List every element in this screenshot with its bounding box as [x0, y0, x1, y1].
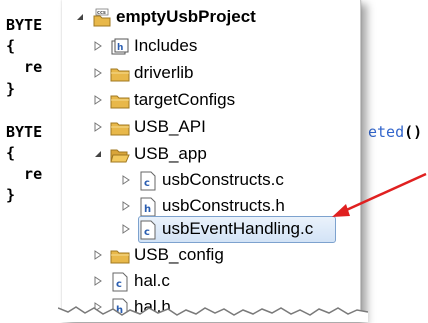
folder-icon — [110, 91, 130, 109]
tree-item-driverlib[interactable]: driverlib — [92, 60, 194, 86]
collapsed-arrow-icon[interactable] — [92, 249, 104, 261]
svg-text:h: h — [144, 204, 151, 215]
tree-item-includes[interactable]: h Includes — [92, 33, 197, 59]
torn-edge-decoration — [58, 306, 368, 322]
expanded-arrow-icon[interactable] — [74, 11, 86, 23]
tree-item-label: hal.c — [134, 271, 170, 290]
c-file-icon: c — [138, 220, 156, 240]
tree-item-label: targetConfigs — [134, 90, 236, 109]
tree-item-targetconfigs[interactable]: targetConfigs — [92, 87, 235, 113]
c-file-icon: c — [110, 272, 128, 292]
includes-icon: h — [110, 37, 129, 55]
tree-item-usbconstructs-c[interactable]: c usbConstructs.c — [120, 167, 284, 193]
folder-icon — [110, 64, 130, 82]
svg-text:c: c — [116, 279, 122, 290]
code-line-1: BYTE — [6, 16, 43, 34]
tree-item-hal-c[interactable]: c hal.c — [92, 268, 170, 294]
ccs-project-icon: ccs — [92, 8, 111, 27]
collapsed-arrow-icon[interactable] — [92, 275, 104, 287]
code-function-fragment: eted — [368, 123, 405, 141]
code-line-8: } — [6, 186, 16, 204]
code-line-7: re — [6, 165, 43, 183]
code-line-6: { — [6, 144, 16, 162]
collapsed-arrow-icon[interactable] — [92, 94, 104, 106]
collapsed-arrow-icon[interactable] — [120, 174, 132, 186]
folder-open-icon — [110, 145, 130, 163]
tree-item-project[interactable]: ccs emptyUsbProject — [74, 4, 256, 30]
tree-item-label: emptyUsbProject — [116, 7, 256, 26]
svg-text:h: h — [117, 43, 123, 53]
tree-item-usb-config[interactable]: USB_config — [92, 242, 224, 268]
tree-item-label: Includes — [134, 36, 198, 55]
tree-item-label: USB_API — [134, 117, 206, 136]
tree-item-label: USB_app — [134, 144, 207, 163]
tree-item-usb-api[interactable]: USB_API — [92, 114, 206, 140]
tree-item-label: usbEventHandling.c — [162, 219, 314, 238]
tree-item-label: usbConstructs.h — [162, 196, 285, 215]
code-line-5: BYTE — [6, 123, 43, 141]
collapsed-arrow-icon[interactable] — [120, 223, 132, 235]
project-explorer-panel: ccs emptyUsbProject h Includes driverlib — [62, 0, 361, 322]
tree-item-usbeventhandling-c[interactable]: c usbEventHandling.c — [120, 216, 313, 242]
expanded-arrow-icon[interactable] — [92, 148, 104, 160]
svg-text:ccs: ccs — [97, 10, 106, 16]
collapsed-arrow-icon[interactable] — [120, 200, 132, 212]
tree-item-label: usbConstructs.c — [162, 170, 284, 189]
code-line-5-tail: eted() — [368, 123, 422, 141]
folder-icon — [110, 118, 130, 136]
c-file-icon: c — [138, 171, 156, 191]
h-file-icon: h — [138, 197, 156, 217]
tree-item-label: driverlib — [134, 63, 194, 82]
collapsed-arrow-icon[interactable] — [92, 121, 104, 133]
annotation-arrow-icon — [332, 172, 427, 217]
folder-icon — [110, 246, 130, 264]
code-paren: () — [404, 123, 423, 141]
code-line-3: re — [6, 58, 43, 76]
svg-text:c: c — [144, 178, 150, 189]
code-line-4: } — [6, 80, 16, 98]
collapsed-arrow-icon[interactable] — [92, 67, 104, 79]
tree-item-usb-app[interactable]: USB_app — [92, 141, 207, 167]
tree-item-label: USB_config — [134, 245, 224, 264]
code-line-2: { — [6, 37, 16, 55]
collapsed-arrow-icon[interactable] — [92, 40, 104, 52]
svg-text:c: c — [144, 227, 150, 238]
